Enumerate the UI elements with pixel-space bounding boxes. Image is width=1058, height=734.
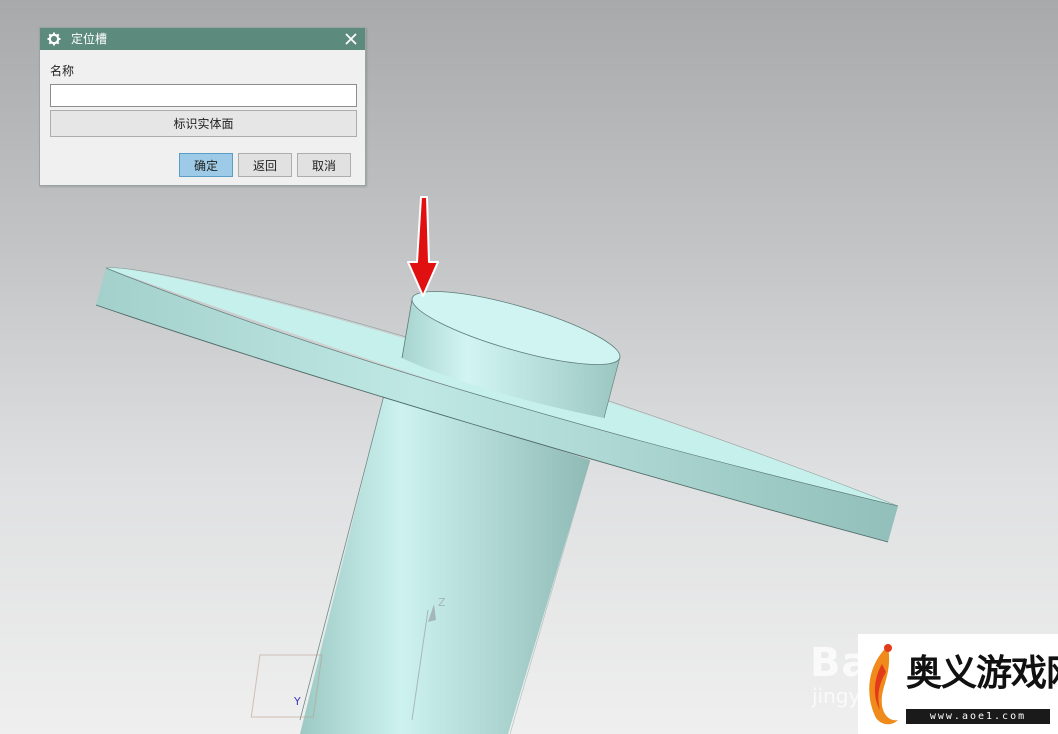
locate-slot-dialog: 定位槽 名称 标识实体面 确定 返回 取消 — [39, 27, 366, 186]
site-name: 奥义游戏网 — [906, 652, 1058, 694]
gear-icon — [47, 32, 61, 46]
close-icon[interactable] — [344, 32, 358, 46]
name-label: 名称 — [50, 64, 75, 78]
red-arrow-annotation — [407, 196, 439, 297]
jingyan-watermark: jingy — [812, 684, 861, 708]
z-axis-label: Z — [438, 596, 446, 609]
dialog-title: 定位槽 — [71, 32, 108, 46]
back-button[interactable]: 返回 — [238, 153, 292, 177]
dialog-titlebar: 定位槽 — [40, 28, 365, 50]
site-url: www.aoe1.com — [906, 709, 1050, 724]
y-axis-label: Y — [293, 695, 301, 708]
ok-button[interactable]: 确定 — [179, 153, 233, 177]
site-logo-icon — [869, 644, 898, 725]
identify-solid-face-button[interactable]: 标识实体面 — [50, 110, 357, 137]
cancel-button[interactable]: 取消 — [297, 153, 351, 177]
name-input[interactable] — [50, 84, 357, 107]
